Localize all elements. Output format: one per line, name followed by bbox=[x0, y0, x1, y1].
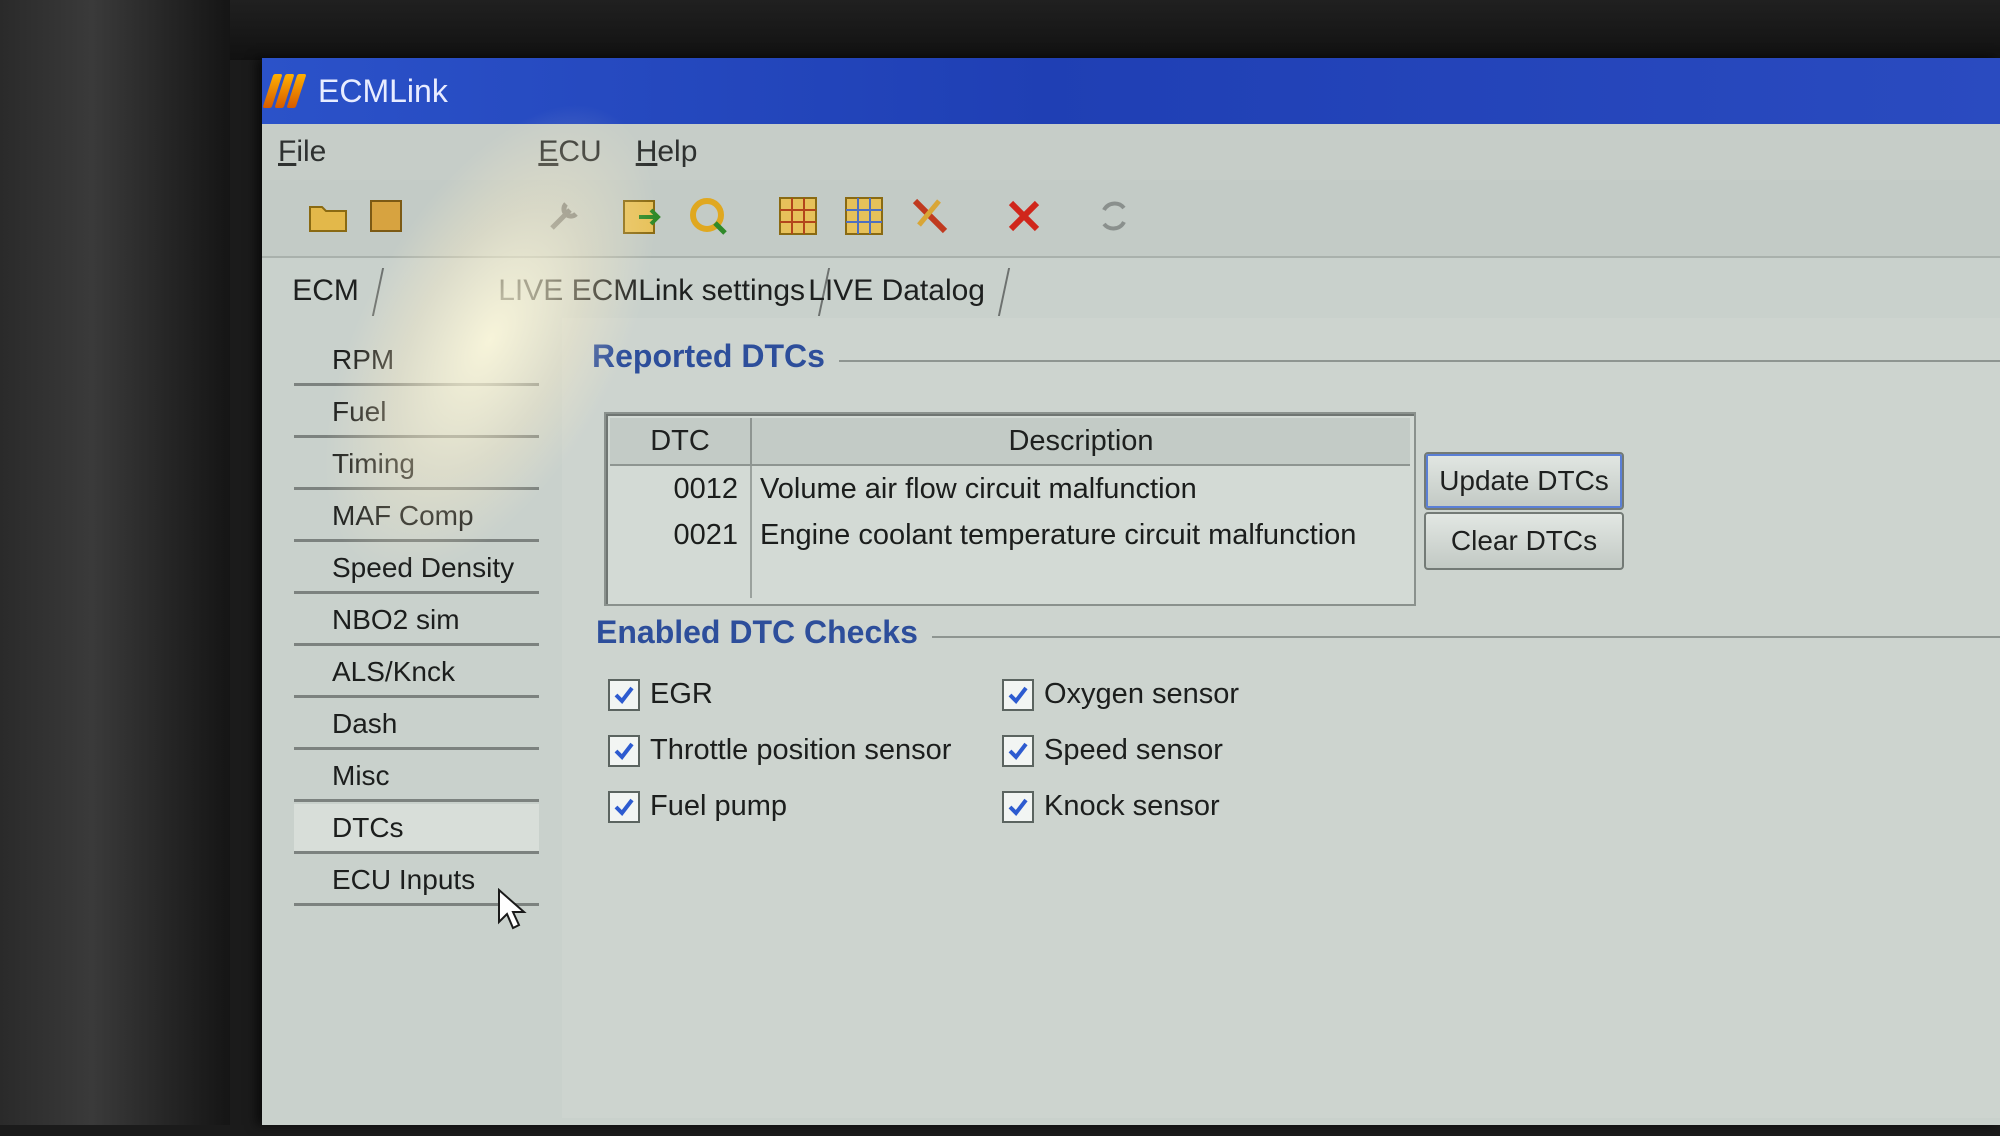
check-label: EGR bbox=[650, 678, 713, 710]
refresh-icon[interactable] bbox=[686, 194, 730, 238]
check-fuel-pump[interactable]: Fuel pump bbox=[608, 790, 787, 823]
tab-strip: ECM LIVE ECMLink settings LIVE Datalog bbox=[262, 258, 2000, 316]
check-label: Speed sensor bbox=[1044, 734, 1223, 766]
menu-bar: File ECU Help bbox=[262, 124, 2000, 180]
dtc-description: Volume air flow circuit malfunction bbox=[760, 472, 1197, 505]
clear-dtcs-button[interactable]: Clear DTCs bbox=[1424, 512, 1624, 570]
table-header: DTC Description bbox=[610, 418, 1410, 466]
sidebar-item-dash[interactable]: Dash bbox=[294, 700, 539, 750]
map-settings-icon[interactable] bbox=[842, 194, 886, 238]
app-window: ECMLink File ECU Help ECM LIVE ECMLink s… bbox=[262, 58, 2000, 1125]
checkbox-checked-icon[interactable] bbox=[608, 678, 640, 711]
sidebar-item-als-knck[interactable]: ALS/Knck bbox=[294, 648, 539, 698]
map-icon[interactable] bbox=[776, 194, 820, 238]
table-row[interactable]: 0021 Engine coolant temperature circuit … bbox=[610, 512, 1410, 558]
toolbar bbox=[262, 180, 2000, 258]
check-label: Knock sensor bbox=[1044, 790, 1220, 822]
dtc-code: 0012 bbox=[673, 472, 738, 505]
check-knock-sensor[interactable]: Knock sensor bbox=[1002, 790, 1220, 823]
dtc-panel: Reported DTCs DTC Description 0012 Volum… bbox=[562, 318, 2000, 1118]
check-throttle-position-sensor[interactable]: Throttle position sensor bbox=[608, 734, 951, 767]
sidebar-item-fuel[interactable]: Fuel bbox=[294, 388, 539, 438]
tab-ecm[interactable]: ECM bbox=[280, 268, 384, 316]
checkbox-checked-icon[interactable] bbox=[1002, 678, 1034, 711]
checkbox-checked-icon[interactable] bbox=[608, 734, 640, 767]
check-egr[interactable]: EGR bbox=[608, 678, 713, 711]
dtc-table[interactable]: DTC Description 0012 Volume air flow cir… bbox=[604, 412, 1416, 606]
tools-icon[interactable] bbox=[542, 194, 586, 238]
title-bar[interactable]: ECMLink bbox=[262, 58, 2000, 124]
sidebar-item-dtcs[interactable]: DTCs bbox=[294, 804, 539, 854]
checkbox-checked-icon[interactable] bbox=[1002, 734, 1034, 767]
enabled-checks-title: Enabled DTC Checks bbox=[596, 614, 932, 651]
update-dtcs-button[interactable]: Update DTCs bbox=[1424, 452, 1624, 510]
checkbox-checked-icon[interactable] bbox=[608, 790, 640, 823]
checkbox-checked-icon[interactable] bbox=[1002, 790, 1034, 823]
column-header-description[interactable]: Description bbox=[752, 418, 1410, 464]
tab-live-ecmlink-settings[interactable]: LIVE ECMLink settings bbox=[486, 268, 830, 316]
sidebar-item-speed-density[interactable]: Speed Density bbox=[294, 544, 539, 594]
sidebar-item-timing[interactable]: Timing bbox=[294, 440, 539, 490]
check-speed-sensor[interactable]: Speed sensor bbox=[1002, 734, 1223, 767]
sidebar-item-maf-comp[interactable]: MAF Comp bbox=[294, 492, 539, 542]
table-row[interactable]: 0012 Volume air flow circuit malfunction bbox=[610, 466, 1410, 512]
menu-ecu[interactable]: ECU bbox=[522, 135, 617, 169]
window-title: ECMLink bbox=[318, 72, 448, 109]
check-oxygen-sensor[interactable]: Oxygen sensor bbox=[1002, 678, 1239, 711]
open-folder-icon[interactable] bbox=[306, 194, 350, 238]
export-icon[interactable] bbox=[620, 194, 664, 238]
save-icon[interactable] bbox=[364, 194, 408, 238]
sidebar-item-rpm[interactable]: RPM bbox=[294, 336, 539, 386]
monitor-bezel-left bbox=[0, 0, 230, 1125]
mouse-cursor-icon bbox=[498, 888, 527, 930]
check-label: Fuel pump bbox=[650, 790, 788, 822]
dtc-description: Engine coolant temperature circuit malfu… bbox=[760, 518, 1357, 551]
wrench-icon[interactable] bbox=[908, 194, 952, 238]
check-label: Throttle position sensor bbox=[650, 734, 952, 766]
tab-live-datalog[interactable]: LIVE Datalog bbox=[796, 268, 1010, 316]
column-header-dtc[interactable]: DTC bbox=[610, 418, 752, 464]
menu-file[interactable]: File bbox=[262, 135, 342, 169]
sidebar: RPM Fuel Timing MAF Comp Speed Density N… bbox=[294, 336, 544, 1136]
sidebar-item-misc[interactable]: Misc bbox=[294, 752, 539, 802]
ecmlink-logo-icon bbox=[262, 72, 307, 110]
sidebar-item-nbo2-sim[interactable]: NBO2 sim bbox=[294, 596, 539, 646]
monitor-bezel-top bbox=[0, 0, 2000, 60]
delete-icon[interactable] bbox=[1002, 194, 1046, 238]
check-label: Oxygen sensor bbox=[1044, 678, 1240, 710]
reported-dtcs-title: Reported DTCs bbox=[592, 338, 839, 375]
dtc-code: 0021 bbox=[673, 518, 738, 551]
menu-help[interactable]: Help bbox=[620, 135, 714, 169]
sync-icon[interactable] bbox=[1092, 194, 1136, 238]
